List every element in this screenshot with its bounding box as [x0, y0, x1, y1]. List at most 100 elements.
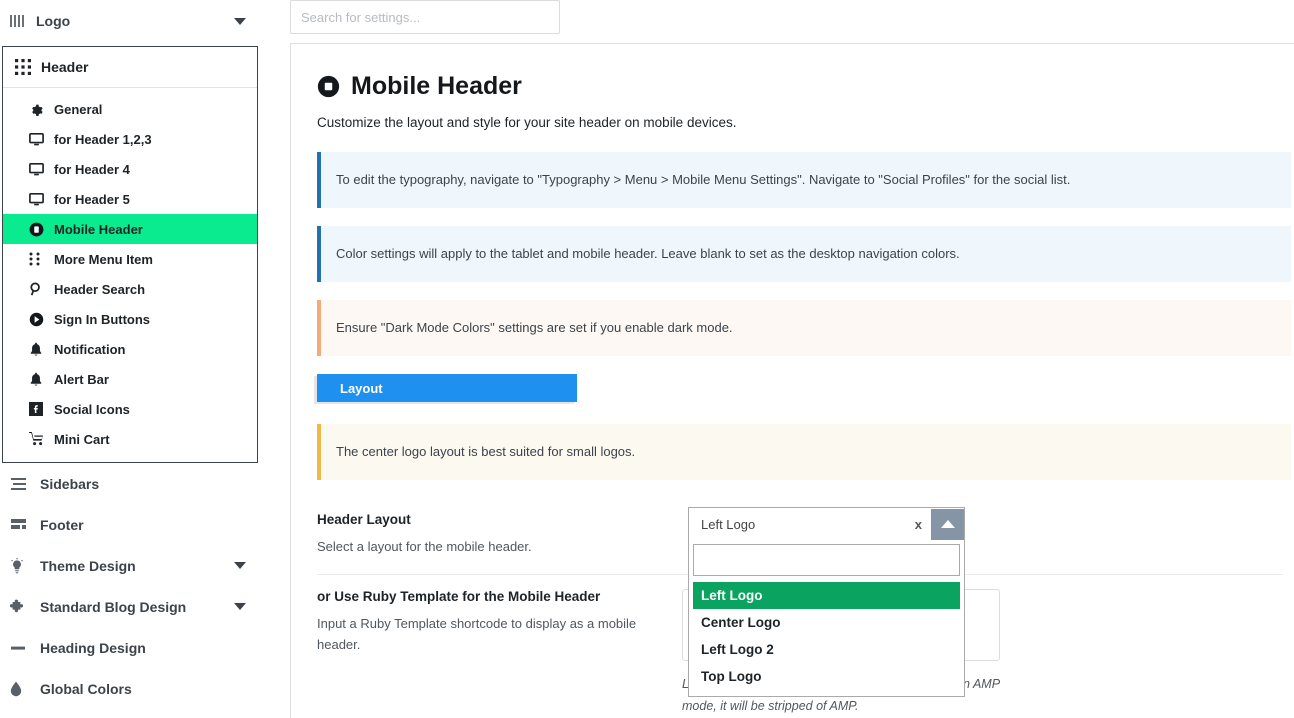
arrow-circle-icon [29, 312, 47, 327]
field-description: Select a layout for the mobile header. [317, 539, 532, 555]
notice-typography: To edit the typography, navigate to "Typ… [317, 152, 1291, 209]
sidebar-panel-header-label: Header [41, 59, 89, 75]
select-dropdown: Left Logo Center Logo Left Logo 2 Top Lo… [688, 540, 965, 697]
sidebar-item-label: for Header 5 [54, 191, 130, 207]
sidebar-item-label: Sign In Buttons [54, 311, 151, 327]
sidebar-item-social-icons[interactable]: Social Icons [3, 394, 257, 424]
gear-icon [29, 102, 47, 116]
bars-icon [10, 14, 27, 28]
droplet-icon [10, 681, 32, 697]
page-title-text: Mobile Header [351, 72, 522, 100]
chevron-down-icon [234, 603, 246, 610]
sidebar-item-alert-bar[interactable]: Alert Bar [3, 364, 257, 394]
field-title: or Use Ruby Template for the Mobile Head… [317, 588, 601, 604]
monitor-icon [29, 162, 47, 176]
select-clear-button[interactable]: x [906, 517, 931, 532]
puzzle-icon [10, 599, 32, 615]
sidebar-item-label: Heading Design [40, 639, 146, 656]
notice-color-settings: Color settings will apply to the tablet … [317, 226, 1291, 283]
field-label-column: Header Layout Select a layout for the mo… [317, 512, 682, 558]
chevron-down-icon [234, 17, 246, 25]
monitor-icon [29, 192, 47, 206]
dots-grid-icon [29, 252, 47, 266]
sidebar: Logo Header General for Header 1,2,3 for… [0, 0, 260, 718]
sidebar-item-label: Mini Cart [54, 431, 110, 447]
sidebar-item-label: for Header 4 [54, 161, 130, 177]
sidebar-item-global-colors[interactable]: Global Colors [0, 668, 260, 709]
monitor-icon [29, 132, 47, 146]
notice-text: Color settings will apply to the tablet … [336, 246, 960, 262]
sidebar-item-label: Theme Design [40, 557, 136, 574]
field-label-column: or Use Ruby Template for the Mobile Head… [317, 589, 682, 656]
field-description: Input a Ruby Template shortcode to displ… [317, 615, 637, 652]
sidebar-item-label: Global Colors [40, 680, 132, 697]
mobile-circle-icon [317, 75, 340, 98]
select-option-top-logo[interactable]: Top Logo [693, 663, 960, 690]
search-input[interactable] [290, 0, 560, 34]
sidebar-item-label: More Menu Item [54, 251, 153, 267]
sidebar-item-label: Header Search [54, 281, 146, 297]
sidebar-item-label: Standard Blog Design [40, 598, 187, 615]
footer-icon [10, 518, 32, 531]
sidebar-item-label: Notification [54, 341, 126, 357]
sidebar-item-for-header-4[interactable]: for Header 4 [3, 154, 257, 184]
sidebar-item-label: Social Icons [54, 401, 130, 417]
facebook-icon [29, 402, 47, 416]
chevron-down-icon [234, 562, 246, 569]
bulb-icon [10, 557, 32, 574]
dash-icon [10, 645, 32, 651]
sidebar-item-more-menu-item[interactable]: More Menu Item [3, 244, 257, 274]
sidebar-icon [10, 477, 32, 491]
grid-icon [15, 59, 31, 75]
sidebar-item-mobile-header[interactable]: Mobile Header [3, 214, 257, 244]
select-toggle-button[interactable] [931, 508, 964, 540]
app-root: Logo Header General for Header 1,2,3 for… [0, 0, 1294, 718]
tab-layout[interactable]: Layout [317, 374, 577, 403]
sidebar-item-sign-in-buttons[interactable]: Sign In Buttons [3, 304, 257, 334]
sidebar-item-label: for Header 1,2,3 [54, 131, 152, 147]
sidebar-item-notification[interactable]: Notification [3, 334, 257, 364]
sidebar-item-general[interactable]: General [3, 94, 257, 124]
sidebar-item-header-search[interactable]: Header Search [3, 274, 257, 304]
sidebar-item-standard-blog-design[interactable]: Standard Blog Design [0, 586, 260, 627]
mobile-circle-icon [29, 222, 47, 237]
select-option-left-logo[interactable]: Left Logo [693, 582, 960, 609]
select-option-center-logo[interactable]: Center Logo [693, 609, 960, 636]
sidebar-item-label: General [54, 101, 103, 117]
select-option-left-logo-2[interactable]: Left Logo 2 [693, 636, 960, 663]
sidebar-item-logo[interactable]: Logo [0, 0, 260, 42]
chevron-up-icon [940, 520, 955, 528]
sidebar-item-theme-design[interactable]: Theme Design [0, 545, 260, 586]
sidebar-item-footer[interactable]: Footer [0, 504, 260, 545]
sidebar-item-label: Footer [40, 516, 84, 533]
header-layout-select: Left Logo x Left Logo Center Logo Left L… [688, 507, 965, 697]
sidebar-panel-header: Header General for Header 1,2,3 for Head… [2, 46, 258, 463]
search-bar [290, 0, 1294, 42]
sidebar-item-for-header-123[interactable]: for Header 1,2,3 [3, 124, 257, 154]
sidebar-panel-header-title[interactable]: Header [3, 47, 257, 88]
sidebar-item-mini-cart[interactable]: Mini Cart [3, 424, 257, 454]
select-selected-value: Left Logo [701, 516, 756, 532]
sidebar-item-label: Sidebars [40, 475, 100, 492]
notice-text: To edit the typography, navigate to "Typ… [336, 172, 1071, 187]
notice-text: Ensure "Dark Mode Colors" settings are s… [336, 320, 733, 336]
field-title: Header Layout [317, 512, 411, 528]
bell-icon [29, 372, 47, 387]
bell-icon [29, 342, 47, 357]
sidebar-item-label: Mobile Header [54, 221, 143, 237]
sidebar-item-label: Alert Bar [54, 371, 109, 387]
sidebar-nav-list: General for Header 1,2,3 for Header 4 fo… [3, 88, 257, 462]
notice-text: The center logo layout is best suited fo… [336, 444, 636, 460]
notice-center-logo: The center logo layout is best suited fo… [317, 424, 1291, 481]
notice-dark-mode: Ensure "Dark Mode Colors" settings are s… [317, 300, 1291, 357]
select-box[interactable]: Left Logo x [688, 507, 965, 540]
search-icon [29, 282, 47, 296]
cart-icon [29, 432, 47, 446]
sidebar-item-for-header-5[interactable]: for Header 5 [3, 184, 257, 214]
page-title: Mobile Header [317, 72, 1284, 101]
tab-bar: Layout [317, 374, 1284, 403]
select-search-input[interactable] [693, 544, 960, 576]
sidebar-item-heading-design[interactable]: Heading Design [0, 627, 260, 668]
sidebar-logo-label: Logo [36, 13, 71, 29]
sidebar-item-sidebars[interactable]: Sidebars [0, 463, 260, 504]
